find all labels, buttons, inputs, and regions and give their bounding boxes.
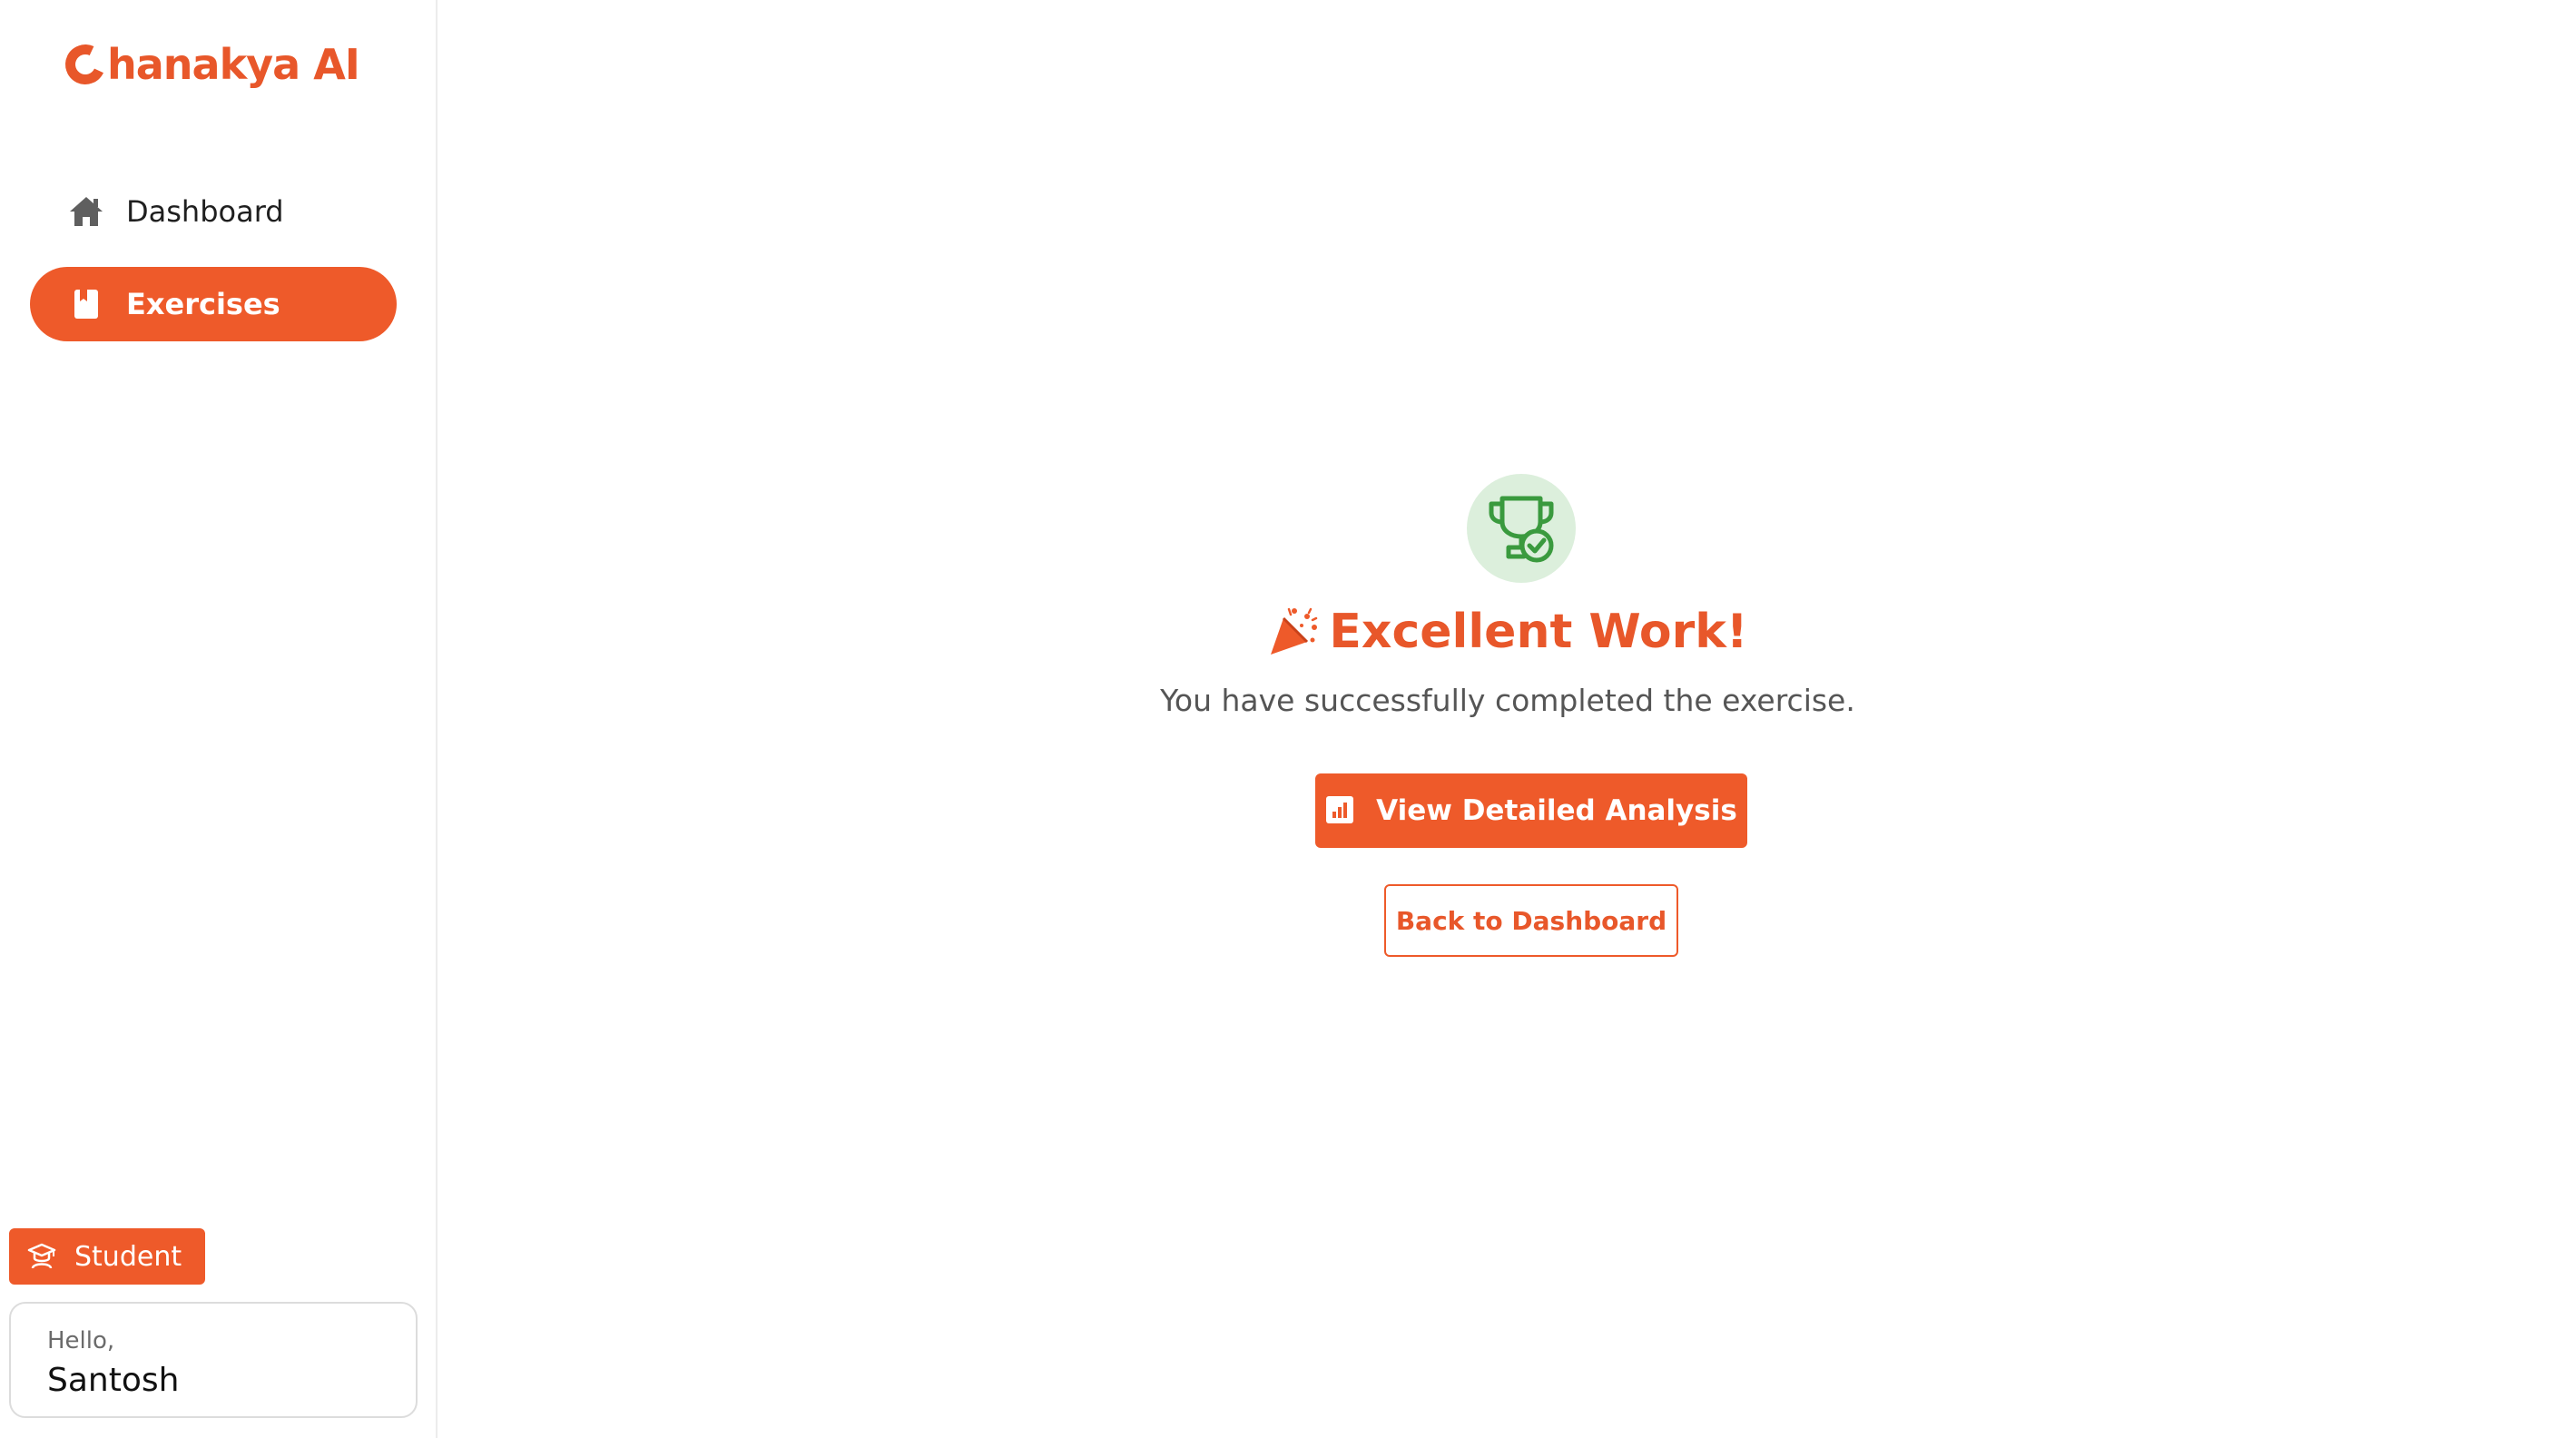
- logo-mark-icon: [59, 38, 112, 91]
- back-to-dashboard-button[interactable]: Back to Dashboard: [1384, 884, 1678, 957]
- party-popper-icon: [1267, 606, 1320, 658]
- role-badge[interactable]: Student: [9, 1228, 205, 1285]
- main-content: Excellent Work! You have successfully co…: [439, 0, 2576, 1438]
- user-name: Santosh: [47, 1362, 180, 1399]
- book-icon: [66, 284, 106, 324]
- brand-name: hanakya AI: [107, 40, 360, 89]
- trophy-check-icon: [1467, 474, 1576, 583]
- student-icon: [27, 1243, 56, 1270]
- sidebar: hanakya AI Dashboard Exercises Student H…: [0, 0, 438, 1438]
- view-analysis-button[interactable]: View Detailed Analysis: [1315, 773, 1747, 848]
- sidebar-item-dashboard[interactable]: Dashboard: [30, 174, 397, 249]
- sidebar-item-label: Exercises: [126, 287, 280, 321]
- sidebar-item-exercises[interactable]: Exercises: [30, 267, 397, 341]
- user-card[interactable]: Hello, Santosh: [9, 1302, 418, 1418]
- app-root: hanakya AI Dashboard Exercises Student H…: [0, 0, 2576, 1438]
- role-label: Student: [74, 1240, 182, 1273]
- success-subtitle: You have successfully completed the exer…: [1160, 683, 1855, 718]
- headline-text: Excellent Work!: [1329, 605, 1748, 659]
- sidebar-item-label: Dashboard: [126, 194, 284, 229]
- brand-logo[interactable]: hanakya AI: [59, 38, 360, 91]
- view-analysis-label: View Detailed Analysis: [1376, 794, 1737, 827]
- home-icon: [66, 192, 106, 231]
- user-greeting: Hello,: [47, 1327, 115, 1354]
- success-headline: Excellent Work!: [439, 605, 2576, 659]
- chart-icon: [1325, 795, 1356, 826]
- back-to-dashboard-label: Back to Dashboard: [1395, 905, 1667, 936]
